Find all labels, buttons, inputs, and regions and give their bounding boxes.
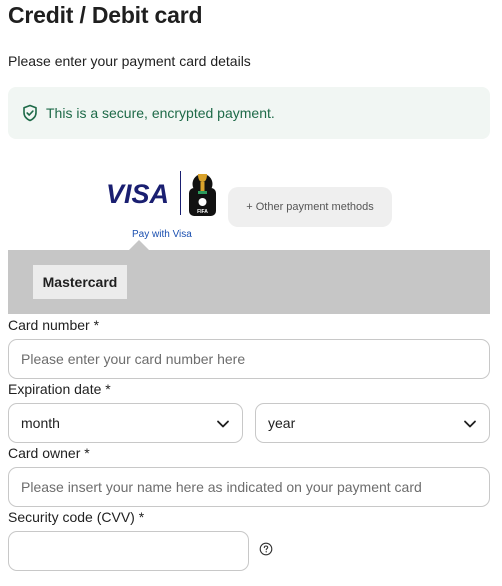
card-owner-label: Card owner * <box>8 445 90 461</box>
mastercard-option[interactable]: Mastercard <box>33 265 127 299</box>
fifa-logo-text: FIFA <box>197 209 208 215</box>
visa-logo-text: VISA <box>106 179 169 209</box>
card-owner-input[interactable] <box>8 467 490 507</box>
secure-payment-text: This is a secure, encrypted payment. <box>46 105 275 121</box>
secure-payment-notice: This is a secure, encrypted payment. <box>8 87 490 139</box>
visa-logo: VISA <box>106 179 169 209</box>
page-title: Credit / Debit card <box>8 2 203 28</box>
selection-caret <box>129 240 149 250</box>
question-circle-icon[interactable] <box>259 542 273 556</box>
expiration-month-value: month <box>21 415 60 431</box>
fifa-world-cup-logo: FIFA <box>189 174 216 216</box>
other-payment-methods-button[interactable]: + Other payment methods <box>228 187 392 227</box>
expiration-date-label: Expiration date * <box>8 381 111 397</box>
card-number-label: Card number * <box>8 317 100 333</box>
pay-with-visa-caption: Pay with Visa <box>132 229 192 240</box>
chevron-down-icon <box>216 417 230 431</box>
chevron-down-icon <box>463 417 477 431</box>
expiration-year-select[interactable]: year <box>255 403 490 443</box>
page-subtitle: Please enter your payment card details <box>8 53 251 69</box>
expiration-year-value: year <box>268 415 296 431</box>
cvv-input[interactable] <box>8 531 249 571</box>
shield-check-icon <box>21 104 39 122</box>
card-number-input[interactable] <box>8 339 490 379</box>
visa-payment-option[interactable]: VISA FIFA Pay with Visa <box>106 170 218 242</box>
expiration-month-select[interactable]: month <box>8 403 243 443</box>
cvv-label: Security code (CVV) * <box>8 509 145 525</box>
logo-divider <box>180 171 181 215</box>
